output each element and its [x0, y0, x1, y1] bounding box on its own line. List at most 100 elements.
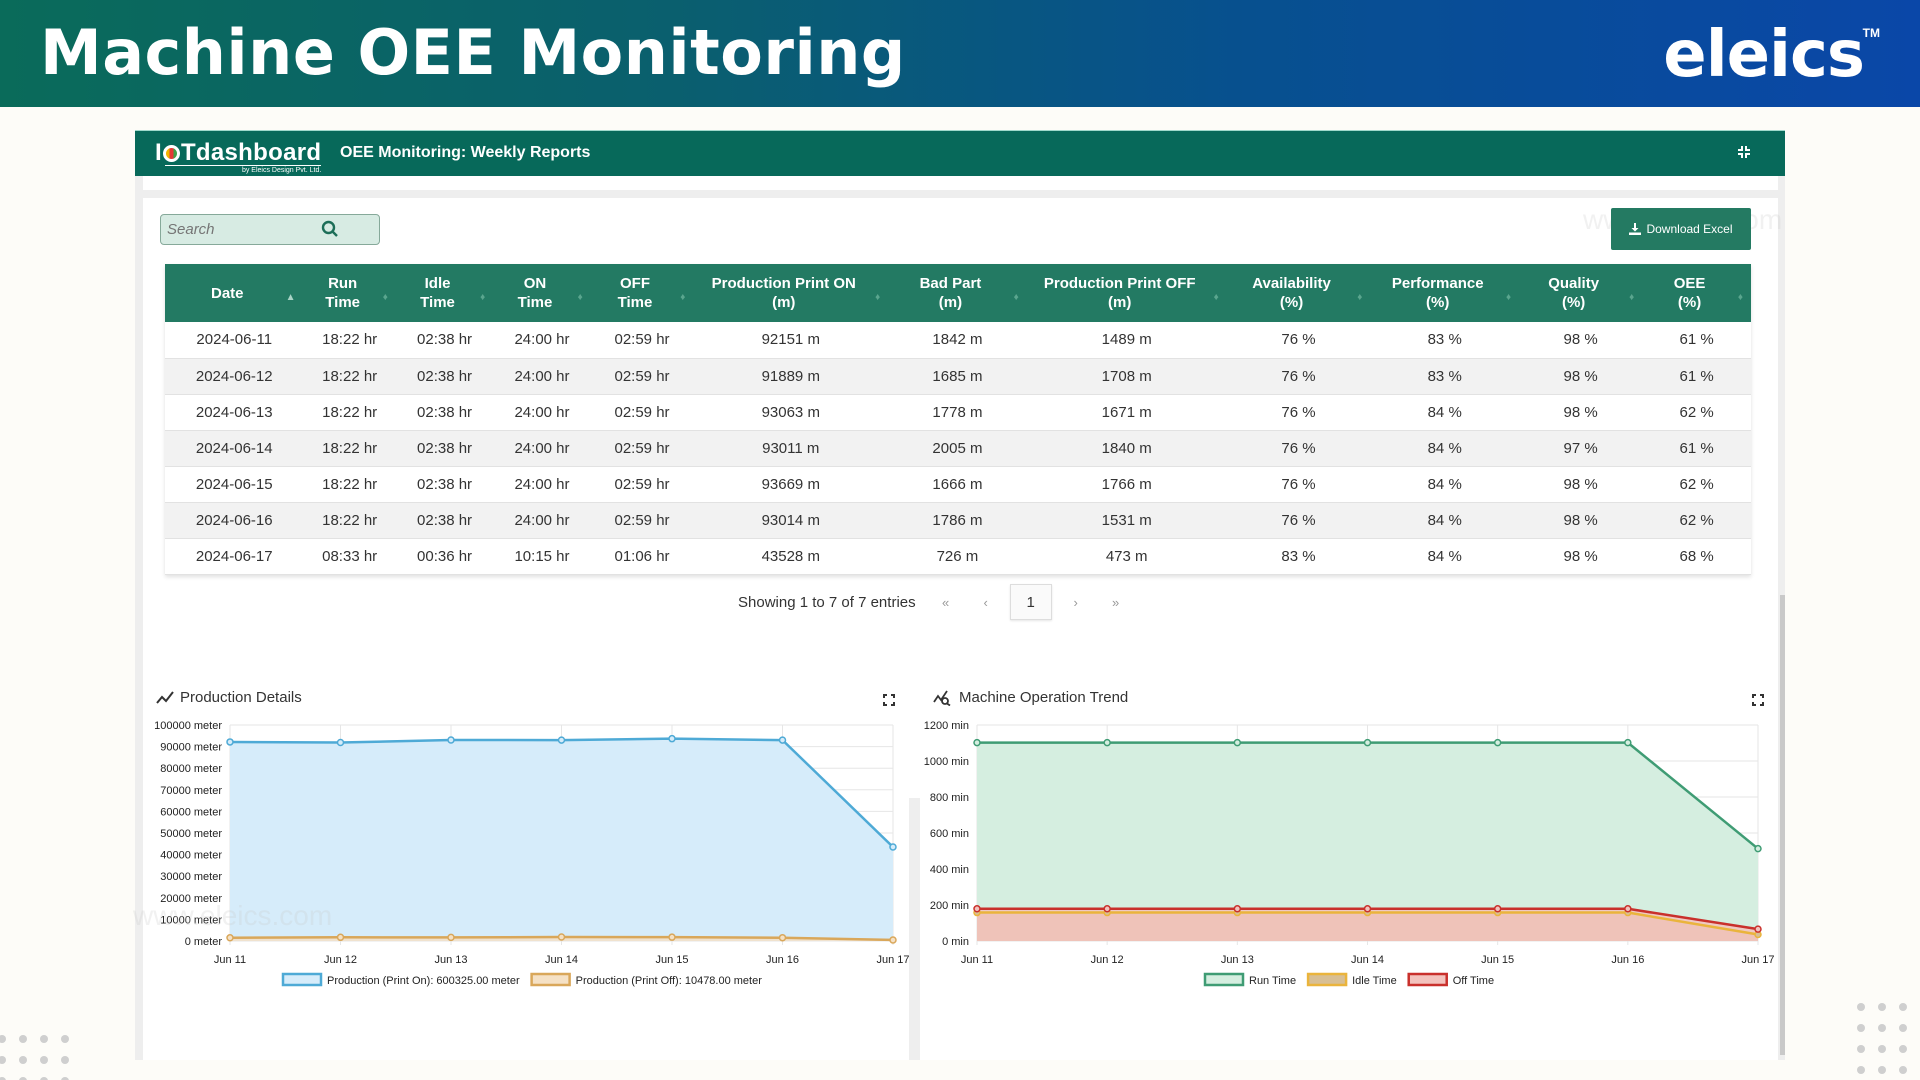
table-cell: 1666 m: [888, 466, 1027, 503]
column-header[interactable]: Bad Part (m) ♦: [888, 264, 1027, 322]
sort-icon[interactable]: ♦: [680, 288, 685, 307]
column-header[interactable]: Availability (%) ♦: [1226, 264, 1371, 322]
data-point[interactable]: [226, 738, 234, 746]
data-point[interactable]: [1103, 738, 1111, 747]
legend-swatch[interactable]: [530, 972, 571, 987]
legend-swatch[interactable]: [1203, 972, 1245, 987]
data-point[interactable]: [1363, 738, 1372, 747]
table-cell: 98 %: [1519, 502, 1643, 539]
legend-swatch[interactable]: [1306, 972, 1348, 987]
data-point[interactable]: [557, 736, 566, 744]
column-header[interactable]: Production Print ON (m) ♦: [693, 264, 889, 322]
table-cell: 62 %: [1642, 466, 1751, 503]
data-point[interactable]: [1754, 844, 1762, 853]
table-cell: 02:38 hr: [395, 358, 494, 395]
sort-icon[interactable]: ♦: [1357, 288, 1362, 307]
data-point[interactable]: [668, 933, 676, 941]
search-box[interactable]: [160, 214, 380, 245]
data-point[interactable]: [226, 934, 234, 942]
sort-icon[interactable]: ♦: [1738, 288, 1743, 307]
download-excel-button[interactable]: Download Excel: [1611, 208, 1751, 250]
sort-icon[interactable]: ♦: [1506, 288, 1511, 307]
prev-page-button[interactable]: ‹: [966, 595, 1006, 610]
sort-icon[interactable]: ♦: [1014, 288, 1019, 307]
last-page-button[interactable]: »: [1096, 595, 1136, 610]
legend-label[interactable]: Production (Print On): 600325.00 meter: [327, 975, 520, 987]
collapse-icon[interactable]: [1737, 145, 1751, 164]
data-point[interactable]: [1493, 738, 1502, 747]
table-row[interactable]: 2024-06-15 18:22 hr 02:38 hr 24:00 hr 02:59 …: [165, 466, 1751, 503]
data-point[interactable]: [889, 936, 897, 944]
column-header[interactable]: Run Time ♦: [303, 264, 396, 322]
data-point[interactable]: [1624, 738, 1632, 747]
table-row[interactable]: 2024-06-11 18:22 hr 02:38 hr 24:00 hr 02:59 …: [165, 322, 1751, 359]
table-cell: 68 %: [1642, 538, 1751, 575]
table-cell: 18:22 hr: [303, 358, 396, 395]
decorative-dots-left: [0, 1035, 69, 1080]
data-point[interactable]: [447, 933, 455, 942]
search-input[interactable]: [161, 215, 331, 244]
y-tick-label: 50000 meter: [160, 828, 222, 840]
column-header-unit: (m): [772, 294, 796, 311]
data-point[interactable]: [336, 738, 345, 747]
first-page-button[interactable]: «: [926, 595, 966, 610]
sort-icon[interactable]: ♦: [383, 288, 388, 307]
next-page-button[interactable]: ›: [1056, 595, 1096, 610]
table-row[interactable]: 2024-06-17 08:33 hr 00:36 hr 10:15 hr 01:06 …: [165, 538, 1751, 575]
sort-icon[interactable]: ♦: [1214, 288, 1219, 307]
sort-icon[interactable]: ♦: [1629, 288, 1634, 307]
data-point[interactable]: [889, 843, 897, 851]
column-header[interactable]: Idle Time ♦: [395, 264, 494, 322]
data-point[interactable]: [1233, 905, 1242, 913]
table-row[interactable]: 2024-06-12 18:22 hr 02:38 hr 24:00 hr 02:59 …: [165, 358, 1751, 395]
column-header[interactable]: OFF Time ♦: [590, 264, 694, 322]
data-point[interactable]: [973, 905, 981, 913]
sort-icon[interactable]: ♦: [578, 288, 583, 307]
data-point[interactable]: [557, 933, 566, 941]
column-header[interactable]: Production Print OFF (m) ♦: [1026, 264, 1227, 322]
column-header[interactable]: Date ▲: [165, 264, 304, 322]
y-tick-label: 800 min: [930, 792, 969, 804]
data-point[interactable]: [973, 738, 981, 747]
data-point[interactable]: [778, 933, 787, 942]
column-header-label: Run: [328, 275, 358, 292]
y-tick-label: 0 min: [942, 936, 969, 948]
table-row[interactable]: 2024-06-14 18:22 hr 02:38 hr 24:00 hr 02:59 …: [165, 430, 1751, 467]
column-header-unit: (%): [1677, 294, 1702, 311]
legend-label[interactable]: Idle Time: [1352, 975, 1397, 987]
legend-label[interactable]: Off Time: [1453, 975, 1494, 987]
x-tick-label: Jun 13: [1221, 954, 1254, 966]
column-header[interactable]: Quality (%) ♦: [1519, 264, 1643, 322]
table-cell: 02:38 hr: [395, 322, 494, 359]
column-header[interactable]: ON Time ♦: [493, 264, 591, 322]
scrollbar[interactable]: [1780, 595, 1785, 1055]
table-row[interactable]: 2024-06-13 18:22 hr 02:38 hr 24:00 hr 02:59 …: [165, 394, 1751, 431]
table-cell: 1778 m: [888, 394, 1027, 431]
data-point[interactable]: [1493, 905, 1502, 913]
legend-label[interactable]: Run Time: [1249, 975, 1296, 987]
data-point[interactable]: [1363, 905, 1372, 913]
data-point[interactable]: [1103, 905, 1111, 913]
search-icon[interactable]: [321, 220, 339, 243]
sort-icon[interactable]: ♦: [480, 288, 485, 307]
data-point[interactable]: [1624, 905, 1632, 913]
table-row[interactable]: 2024-06-16 18:22 hr 02:38 hr 24:00 hr 02:59 …: [165, 502, 1751, 539]
data-point[interactable]: [1754, 925, 1762, 933]
sort-icon[interactable]: ♦: [875, 288, 880, 307]
legend-swatch[interactable]: [281, 972, 323, 987]
column-header[interactable]: OEE (%) ♦: [1642, 264, 1751, 322]
data-point[interactable]: [668, 734, 676, 743]
column-header-unit: (%): [1426, 294, 1450, 311]
legend-swatch[interactable]: [1407, 972, 1448, 987]
data-point[interactable]: [447, 736, 455, 744]
data-point[interactable]: [1233, 738, 1242, 747]
column-header[interactable]: Performance (%) ♦: [1370, 264, 1520, 322]
data-point[interactable]: [778, 736, 787, 744]
data-point[interactable]: [336, 933, 345, 942]
legend-label[interactable]: Production (Print Off): 10478.00 meter: [576, 975, 763, 987]
y-tick-label: 1200 min: [924, 720, 969, 732]
sort-asc-icon[interactable]: ▲: [286, 288, 296, 307]
page-1-button[interactable]: 1: [1009, 584, 1052, 620]
table-cell: 76 %: [1226, 358, 1371, 395]
x-tick-label: Jun 16: [766, 954, 799, 966]
